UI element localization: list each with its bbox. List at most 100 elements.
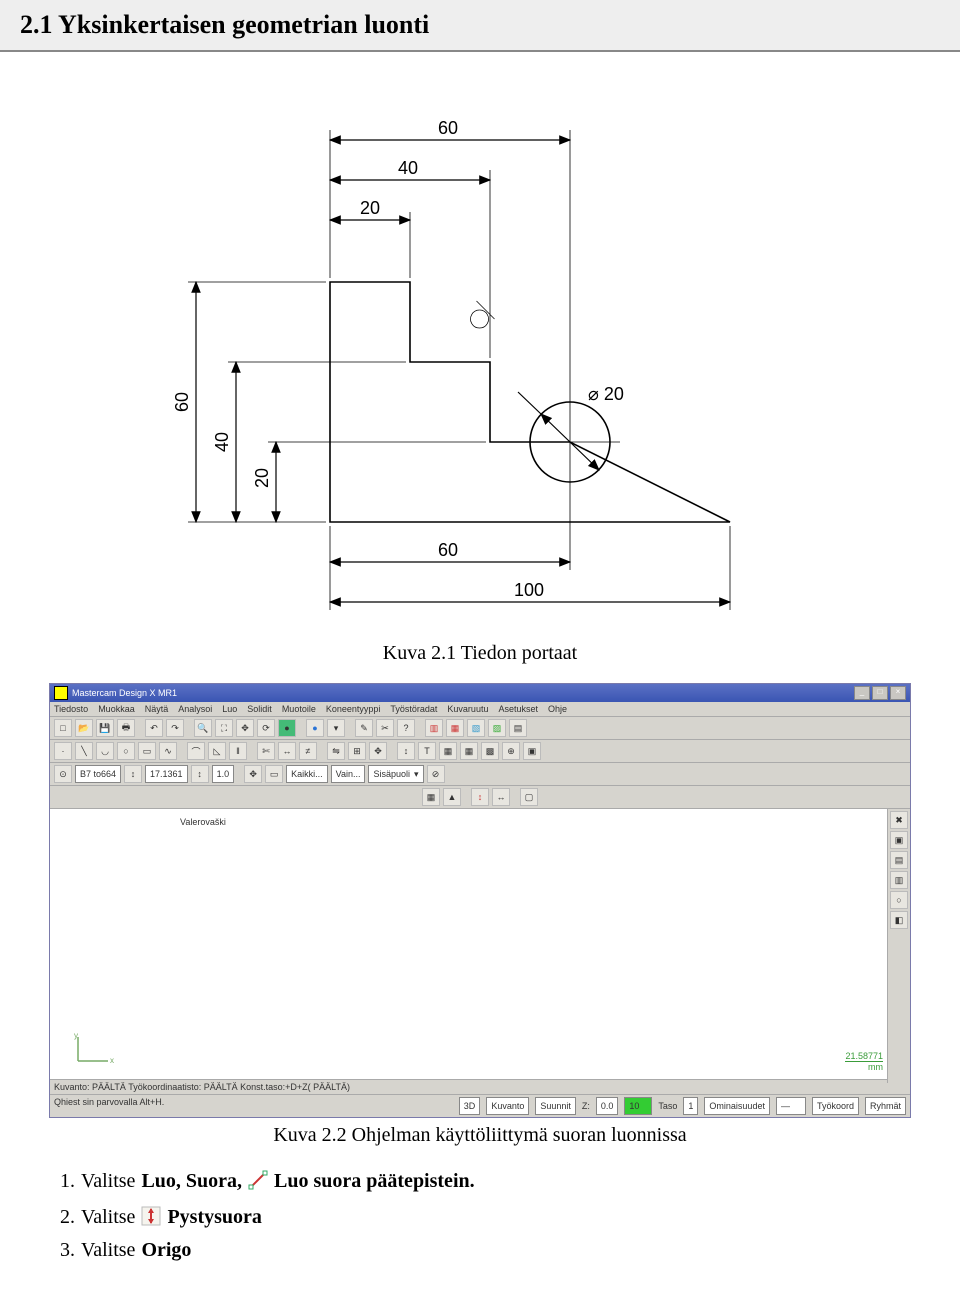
tool-ops-4-icon[interactable]: ▨ <box>488 719 506 737</box>
status-omin-button[interactable]: Ominaisuudet <box>704 1097 770 1115</box>
menu-muokkaa[interactable]: Muokkaa <box>98 704 135 714</box>
status-linestyle-combo[interactable]: — <box>776 1097 806 1115</box>
tool-grid-icon[interactable]: ▦ <box>460 742 478 760</box>
drawing-canvas[interactable]: Valerovaški ✖ ▣ ▤ ▥ ○ ◧ x y 21.58771 mm <box>50 809 910 1079</box>
tool-undo-icon[interactable]: ↶ <box>145 719 163 737</box>
tool-chevron-down-icon[interactable]: ▾ <box>327 719 345 737</box>
menu-tyostoradat[interactable]: Työstöradat <box>390 704 437 714</box>
tool-ops-3-icon[interactable]: ▧ <box>467 719 485 737</box>
tool-arc-icon[interactable]: ◡ <box>96 742 114 760</box>
tool-z-icon[interactable]: ↕ <box>191 765 209 783</box>
menu-solidit[interactable]: Solidit <box>247 704 272 714</box>
tool-extend-icon[interactable]: ↔ <box>278 742 296 760</box>
figure-caption-2: Kuva 2.2 Ohjelman käyttöliittymä suoran … <box>0 1124 960 1147</box>
tool-line-icon[interactable]: ╲ <box>75 742 93 760</box>
status-taso-field[interactable]: 1 <box>683 1097 698 1115</box>
menu-ohje[interactable]: Ohje <box>548 704 567 714</box>
svg-text:100: 100 <box>514 580 544 600</box>
tool-selectwin-icon[interactable]: ▭ <box>265 765 283 783</box>
tool-ops-2-icon[interactable]: ▦ <box>446 719 464 737</box>
tool-trim-icon[interactable]: ✄ <box>257 742 275 760</box>
kaikki-button[interactable]: Kaikki... <box>286 765 328 783</box>
menu-asetukset[interactable]: Asetukset <box>498 704 538 714</box>
tool-sphere-icon[interactable]: ● <box>306 719 324 737</box>
tool-rotate-icon[interactable]: ⟳ <box>257 719 275 737</box>
tool-redo-icon[interactable]: ↷ <box>166 719 184 737</box>
tool-pan-icon[interactable]: ✥ <box>236 719 254 737</box>
tool-dim-icon[interactable]: ↕ <box>397 742 415 760</box>
tool-chamfer-icon[interactable]: ◺ <box>208 742 226 760</box>
tool-text-icon[interactable]: T <box>418 742 436 760</box>
menu-luo[interactable]: Luo <box>222 704 237 714</box>
side-tool-3-icon[interactable]: ▤ <box>890 851 908 869</box>
tool-break-icon[interactable]: ≠ <box>299 742 317 760</box>
menu-koneentyyppi[interactable]: Koneentyyppi <box>326 704 381 714</box>
tool-mirror-icon[interactable]: ⇋ <box>327 742 345 760</box>
tool-wcs-icon[interactable]: ⊕ <box>502 742 520 760</box>
tool-snap-icon[interactable]: ⊙ <box>54 765 72 783</box>
side-tool-6-icon[interactable]: ◧ <box>890 911 908 929</box>
tool-circle-icon[interactable]: ○ <box>117 742 135 760</box>
tool-rect-icon[interactable]: ▭ <box>138 742 156 760</box>
maximize-button[interactable]: □ <box>872 686 888 700</box>
status-3d-button[interactable]: 3D <box>459 1097 481 1115</box>
status-color-swatch[interactable]: 10 <box>624 1097 652 1115</box>
tool-hatch-icon[interactable]: ▦ <box>439 742 457 760</box>
tool-fillet-icon[interactable]: ⌒ <box>187 742 205 760</box>
coord-combo-z[interactable]: 1.0 <box>212 765 235 783</box>
side-tool-2-icon[interactable]: ▣ <box>890 831 908 849</box>
status-z-field[interactable]: 0.0 <box>596 1097 619 1115</box>
status-tyokoord-button[interactable]: Työkoord <box>812 1097 859 1115</box>
vain-button[interactable]: Vain... <box>331 765 366 783</box>
tool-move-icon[interactable]: ✥ <box>369 742 387 760</box>
panel-label: Valerovaški <box>180 817 226 827</box>
side-tool-5-icon[interactable]: ○ <box>890 891 908 909</box>
tool-point-icon[interactable]: · <box>54 742 72 760</box>
tool-fit-icon[interactable]: ⛶ <box>215 719 233 737</box>
tool-spline-icon[interactable]: ∿ <box>159 742 177 760</box>
step-number: 3. <box>60 1239 75 1262</box>
minimize-button[interactable]: _ <box>854 686 870 700</box>
tool-array-icon[interactable]: ⊞ <box>348 742 366 760</box>
coord-combo-1[interactable]: B7 to664 <box>75 765 121 783</box>
tool-zoom-icon[interactable]: 🔍 <box>194 719 212 737</box>
dim-top-20: 20 <box>360 198 380 218</box>
tool-analyze-icon[interactable]: ✎ <box>355 719 373 737</box>
status-suunnit-button[interactable]: Suunnit <box>535 1097 576 1115</box>
tool-help-icon[interactable]: ? <box>397 719 415 737</box>
coord-combo-2[interactable]: 17.1361 <box>145 765 188 783</box>
side-tool-1-icon[interactable]: ✖ <box>890 811 908 829</box>
tool-select-icon[interactable]: ✥ <box>244 765 262 783</box>
tool-small-1-icon[interactable]: ▦ <box>422 788 440 806</box>
tool-horiz-line-icon[interactable]: ↔ <box>492 788 510 806</box>
tool-open-icon[interactable]: 📂 <box>75 719 93 737</box>
tool-shade-icon[interactable]: ▩ <box>481 742 499 760</box>
menu-tiedosto[interactable]: Tiedosto <box>54 704 88 714</box>
status-kuvanto-button[interactable]: Kuvanto <box>486 1097 529 1115</box>
tool-small-2-icon[interactable]: ▲ <box>443 788 461 806</box>
tool-offset-icon[interactable]: ‖ <box>229 742 247 760</box>
sisapuoli-combo[interactable]: Sisäpuoli▾ <box>368 765 423 783</box>
tool-filter-icon[interactable]: ⊘ <box>427 765 445 783</box>
tool-render-icon[interactable]: ● <box>278 719 296 737</box>
tool-delete-icon[interactable]: ✂ <box>376 719 394 737</box>
tool-print-icon[interactable]: 🖶 <box>117 719 135 737</box>
tool-small-5-icon[interactable]: ▢ <box>520 788 538 806</box>
tool-view-icon[interactable]: ▣ <box>523 742 541 760</box>
section-heading: 2.1 Yksinkertaisen geometrian luonti <box>20 10 940 40</box>
tool-ops-5-icon[interactable]: ▤ <box>509 719 527 737</box>
status-planes: Kuvanto: PÄÄLTÄ Työkoordinaatisto: PÄÄLT… <box>50 1079 910 1094</box>
tool-vert-line-icon[interactable]: ↕ <box>471 788 489 806</box>
menu-muotoile[interactable]: Muotoile <box>282 704 316 714</box>
tool-axis-icon[interactable]: ↕ <box>124 765 142 783</box>
close-button[interactable]: × <box>890 686 906 700</box>
side-tool-4-icon[interactable]: ▥ <box>890 871 908 889</box>
tool-save-icon[interactable]: 💾 <box>96 719 114 737</box>
menu-analysoi[interactable]: Analysoi <box>178 704 212 714</box>
tool-new-icon[interactable]: □ <box>54 719 72 737</box>
svg-text:20: 20 <box>252 468 272 488</box>
menu-nayta[interactable]: Näytä <box>145 704 169 714</box>
menu-kuvaruutu[interactable]: Kuvaruutu <box>447 704 488 714</box>
tool-ops-1-icon[interactable]: ▥ <box>425 719 443 737</box>
status-ryhmat-button[interactable]: Ryhmät <box>865 1097 906 1115</box>
